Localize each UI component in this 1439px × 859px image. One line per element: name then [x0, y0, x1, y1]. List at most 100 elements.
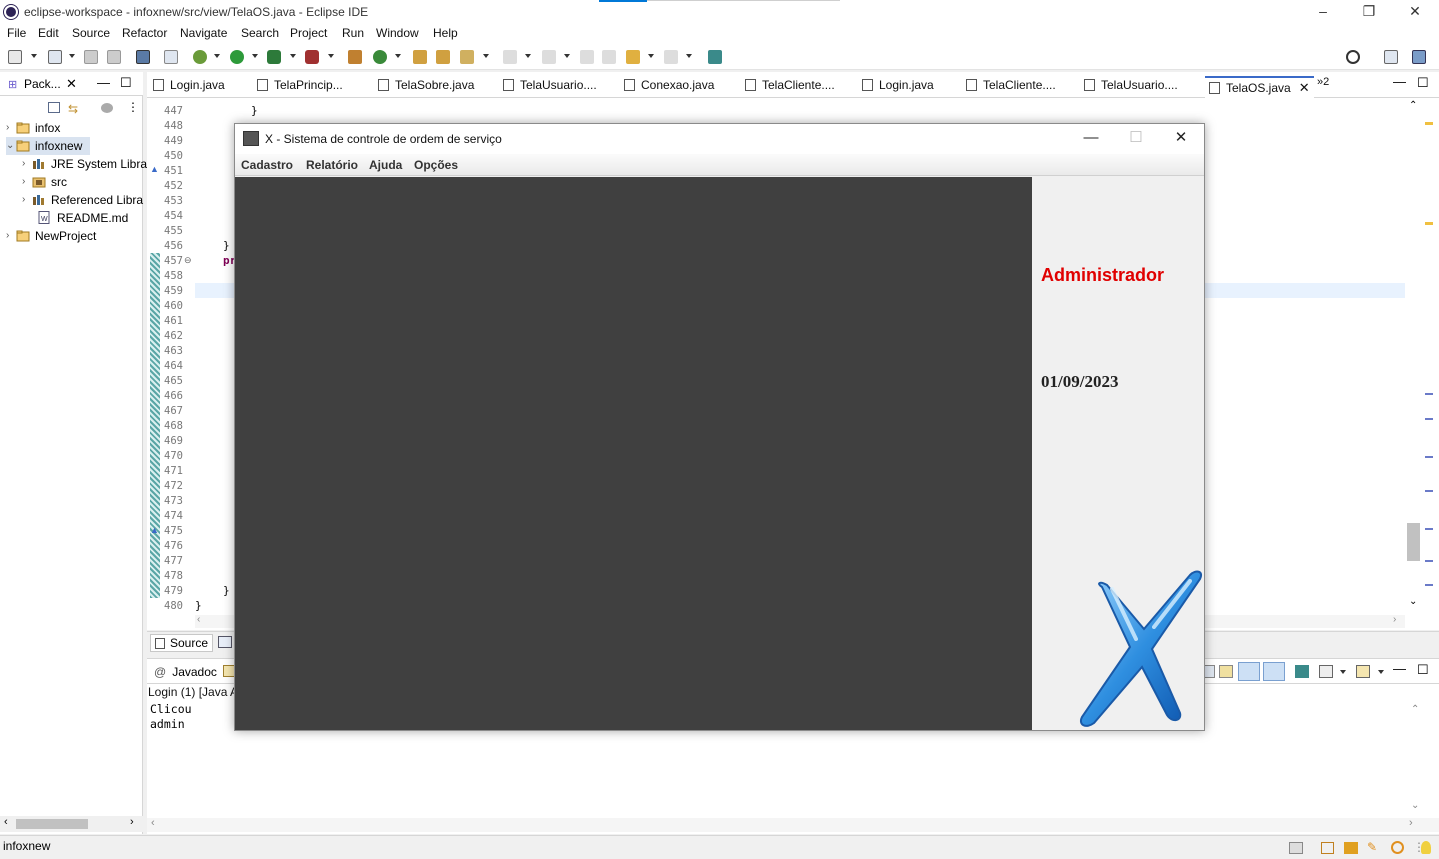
overview-marker[interactable]: [1425, 393, 1433, 395]
run-icon[interactable]: [230, 50, 244, 64]
editor-tab[interactable]: Login.java: [153, 78, 225, 92]
scroll-down-icon[interactable]: ⌄: [1411, 800, 1419, 811]
expand-icon[interactable]: ›: [22, 155, 25, 173]
javadoc-tab[interactable]: @ Javadoc: [154, 665, 217, 679]
editor-tab[interactable]: TelaUsuario....: [503, 78, 597, 92]
book-icon[interactable]: [1321, 842, 1334, 854]
close-tab-icon[interactable]: ✕: [1299, 80, 1310, 95]
expand-icon[interactable]: ›: [22, 191, 25, 209]
menu-ajuda[interactable]: Ajuda: [369, 158, 402, 172]
expand-icon[interactable]: ›: [6, 227, 9, 245]
display-console-dropdown-icon[interactable]: [1340, 670, 1346, 674]
search-tool-icon[interactable]: [460, 50, 474, 64]
search-dropdown-icon[interactable]: [483, 54, 489, 58]
editor-tab[interactable]: Conexao.java: [624, 78, 714, 92]
dialog-close-button[interactable]: ✕: [1158, 124, 1204, 154]
editor-tab[interactable]: TelaSobre.java: [378, 78, 474, 92]
maximize-view-icon[interactable]: ☐: [120, 75, 132, 91]
editor-tab[interactable]: Login.java: [862, 78, 934, 92]
dialog-minimize-button[interactable]: —: [1068, 124, 1114, 154]
overview-marker[interactable]: [1425, 560, 1433, 562]
design-tab-icon[interactable]: [218, 636, 232, 648]
scroll-left-icon[interactable]: ‹: [197, 614, 200, 625]
minimize-button[interactable]: –: [1300, 0, 1346, 24]
last-edit-icon[interactable]: [580, 50, 594, 64]
menu-source[interactable]: Source: [72, 26, 110, 40]
open-task-icon[interactable]: [436, 50, 450, 64]
menu-opcoes[interactable]: Opções: [414, 158, 458, 172]
back-dropdown-icon[interactable]: [648, 54, 654, 58]
next-annotation-dropdown-icon[interactable]: [525, 54, 531, 58]
tree-item-src[interactable]: › src: [22, 173, 67, 191]
scroll-right-icon[interactable]: ›: [1393, 614, 1396, 625]
menu-help[interactable]: Help: [433, 26, 458, 40]
scroll-right-icon[interactable]: ›: [1409, 817, 1413, 829]
editor-tab[interactable]: TelaCliente....: [745, 78, 835, 92]
save-all-icon[interactable]: [107, 50, 121, 64]
wand-icon[interactable]: ✎: [1367, 840, 1377, 854]
coverage-dropdown-icon[interactable]: [290, 54, 296, 58]
cap-icon[interactable]: [1344, 842, 1358, 854]
tree-item-referenced-libraries[interactable]: › Referenced Libra: [22, 191, 143, 209]
new-class-dropdown-icon[interactable]: [395, 54, 401, 58]
java-perspective-icon[interactable]: [1412, 50, 1426, 64]
menu-run[interactable]: Run: [342, 26, 364, 40]
menu-cadastro[interactable]: Cadastro: [241, 158, 293, 172]
restore-button[interactable]: ❐: [1346, 0, 1392, 24]
tree-item-infoxnew[interactable]: ⌄ infoxnew: [6, 137, 90, 155]
minimize-console-icon[interactable]: —: [1393, 661, 1406, 676]
tips-lightbulb-icon[interactable]: [1421, 841, 1431, 854]
editor-tab[interactable]: TelaCliente....: [966, 78, 1056, 92]
menu-project[interactable]: Project: [290, 26, 327, 40]
tree-item-readme[interactable]: W README.md: [22, 209, 128, 227]
new-java-package-icon[interactable]: [348, 50, 362, 64]
minimize-view-icon[interactable]: —: [97, 75, 110, 90]
editor-tab[interactable]: TelaUsuario....: [1084, 78, 1178, 92]
overview-marker[interactable]: [1425, 122, 1433, 125]
minimize-editor-icon[interactable]: —: [1393, 74, 1406, 89]
forward-edit-icon[interactable]: [602, 50, 616, 64]
external-tools-dropdown-icon[interactable]: [328, 54, 334, 58]
focus-icon[interactable]: [101, 103, 113, 113]
pin-editor-icon[interactable]: [708, 50, 722, 64]
scroll-down-icon[interactable]: ⌄: [1409, 596, 1417, 607]
run-dropdown-icon[interactable]: [252, 54, 258, 58]
fold-icon[interactable]: ⊖: [184, 255, 192, 266]
expand-icon[interactable]: ›: [6, 119, 9, 137]
scroll-right-icon[interactable]: ›: [130, 816, 134, 828]
prev-annotation-icon[interactable]: [542, 50, 556, 64]
desktop-pane[interactable]: [235, 177, 1032, 730]
maximize-console-icon[interactable]: ☐: [1417, 662, 1429, 678]
open-folder-icon[interactable]: [413, 50, 427, 64]
debug-dropdown-icon[interactable]: [214, 54, 220, 58]
tree-item-newproject[interactable]: › NewProject: [6, 227, 96, 245]
maximize-editor-icon[interactable]: ☐: [1417, 75, 1429, 91]
editor-tab-active[interactable]: TelaOS.java ✕: [1205, 76, 1314, 98]
package-explorer-tab[interactable]: ⊞ Pack... ✕ — ☐: [0, 72, 143, 96]
source-tab[interactable]: Source: [150, 634, 214, 652]
new-icon[interactable]: [8, 50, 22, 64]
menu-navigate[interactable]: Navigate: [180, 26, 227, 40]
open-type-icon[interactable]: [48, 50, 62, 64]
link-editor-icon[interactable]: ⇆: [68, 102, 78, 116]
back-icon[interactable]: [626, 50, 640, 64]
menu-search[interactable]: Search: [241, 26, 279, 40]
notification-icon[interactable]: [1391, 841, 1404, 854]
scroll-up-icon[interactable]: ⌃: [1409, 100, 1417, 111]
menu-relatorio[interactable]: Relatório: [306, 158, 358, 172]
word-wrap-icon[interactable]: [1219, 665, 1233, 678]
forward-icon[interactable]: [664, 50, 678, 64]
overview-marker[interactable]: [1425, 584, 1433, 586]
open-perspective-icon[interactable]: [1384, 50, 1398, 64]
overview-marker[interactable]: [1425, 528, 1433, 530]
editor-tab[interactable]: TelaPrincip...: [257, 78, 343, 92]
overview-marker[interactable]: [1425, 456, 1433, 458]
terminal-icon[interactable]: [136, 50, 150, 64]
close-view-icon[interactable]: ✕: [66, 76, 77, 92]
overview-marker[interactable]: [1425, 490, 1433, 492]
close-button[interactable]: ✕: [1392, 0, 1438, 24]
show-stdout-icon[interactable]: [1238, 662, 1260, 681]
scroll-left-icon[interactable]: ‹: [151, 817, 155, 829]
tree-item-infox[interactable]: › infox: [6, 119, 60, 137]
view-menu-icon[interactable]: ⋮: [127, 100, 139, 114]
